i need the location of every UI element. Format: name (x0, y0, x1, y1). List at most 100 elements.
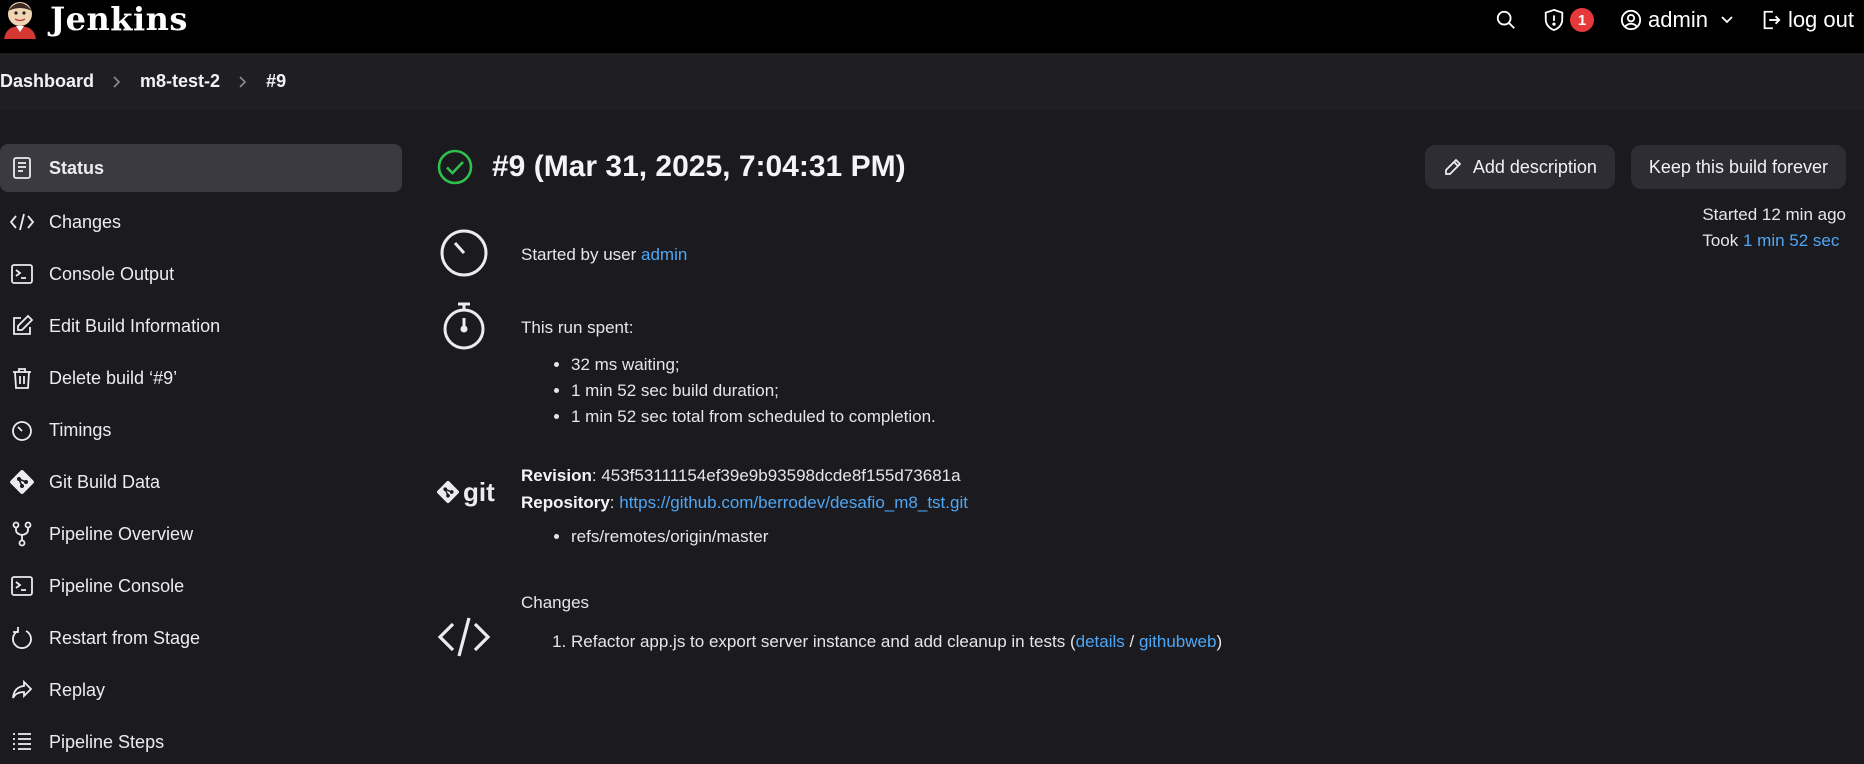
sidebar-item-label: Pipeline Overview (49, 523, 194, 544)
trash-icon (8, 364, 36, 392)
code-icon (8, 208, 36, 236)
build-header: #9 (Mar 31, 2025, 7:04:31 PM) Add descri… (436, 130, 1846, 204)
code-icon (437, 617, 491, 657)
page-title: #9 (Mar 31, 2025, 7:04:31 PM) (492, 150, 906, 183)
jenkins-butler-icon (0, 0, 40, 39)
terminal-icon (8, 260, 36, 288)
user-name: admin (1648, 7, 1708, 32)
chevron-right-icon (112, 75, 122, 89)
sidebar-item-label: Timings (49, 419, 112, 440)
sidebar-item-pipeline-steps[interactable]: Pipeline Steps (0, 716, 402, 764)
sidebar-item-replay[interactable]: Replay (0, 664, 402, 716)
shield-icon (1544, 8, 1564, 32)
sidebar-item-label: Changes (49, 211, 122, 232)
git-section: git Revision: 453f53111154ef39e9b93598dc… (436, 460, 1436, 590)
sidebar-item-label: Git Build Data (49, 471, 161, 492)
refs-list: refs/remotes/origin/master (521, 524, 968, 550)
sidebar-item-status[interactable]: Status (0, 144, 402, 192)
replay-icon (8, 676, 36, 704)
sidebar-item-git-build-data[interactable]: Git Build Data (0, 456, 402, 508)
started-by-user-link[interactable]: admin (641, 245, 687, 264)
git-logo-icon: git (436, 472, 502, 512)
repository-link[interactable]: https://github.com/berrodev/desafio_m8_t… (619, 493, 968, 512)
search-button[interactable] (1495, 9, 1517, 31)
sidebar-item-changes[interactable]: Changes (0, 196, 402, 248)
add-description-button[interactable]: Add description (1424, 145, 1615, 189)
sidebar-item-label: Pipeline Steps (49, 731, 165, 752)
user-icon (1620, 9, 1642, 31)
restart-icon (8, 624, 36, 652)
logout-button[interactable]: log out (1760, 7, 1854, 33)
sidebar-item-label: Edit Build Information (49, 315, 221, 336)
jenkins-logo[interactable]: Jenkins (0, 0, 188, 39)
revision-value: 453f53111154ef39e9b93598dcde8f155d73681a (601, 466, 961, 485)
notification-badge: 1 (1570, 8, 1595, 32)
edit-icon (8, 312, 36, 340)
repository-label: Repository (521, 493, 610, 512)
add-description-label: Add description (1472, 156, 1597, 177)
githubweb-link[interactable]: githubweb (1139, 632, 1217, 651)
took-prefix: Took (1702, 231, 1743, 250)
git-icon (8, 468, 36, 496)
sidebar: Status Changes Console Output Edit Build… (0, 144, 402, 764)
breadcrumb-job[interactable]: m8-test-2 (140, 71, 220, 92)
sidebar-item-label: Status (49, 157, 105, 178)
list-item: Refactor app.js to export server instanc… (571, 629, 1222, 655)
sidebar-item-label: Delete build ‘#9’ (49, 367, 178, 388)
sidebar-item-edit-build-information[interactable]: Edit Build Information (0, 300, 402, 352)
logout-label: log out (1787, 7, 1854, 32)
keep-build-forever-label: Keep this build forever (1648, 156, 1828, 177)
took-duration-link[interactable]: 1 min 52 sec (1743, 231, 1839, 250)
list-item: 32 ms waiting; (571, 352, 936, 378)
pencil-icon (1444, 158, 1462, 175)
started-by-section: Started by user admin (436, 225, 1336, 295)
breadcrumb: Dashboard m8-test-2 #9 (0, 53, 1864, 110)
sidebar-item-timings[interactable]: Timings (0, 404, 402, 456)
list-item: refs/remotes/origin/master (571, 524, 968, 550)
list-item: 1 min 52 sec total from scheduled to com… (571, 404, 936, 430)
sidebar-item-pipeline-overview[interactable]: Pipeline Overview (0, 508, 402, 560)
sidebar-item-delete-build[interactable]: Delete build ‘#9’ (0, 352, 402, 404)
run-spent-section: This run spent: 32 ms waiting; 1 min 52 … (436, 298, 1336, 448)
user-menu[interactable]: admin (1620, 7, 1734, 33)
breadcrumb-dashboard[interactable]: Dashboard (0, 71, 94, 92)
close-paren: ) (1216, 632, 1223, 651)
sidebar-item-restart-from-stage[interactable]: Restart from Stage (0, 612, 402, 664)
run-spent-list: 32 ms waiting; 1 min 52 sec build durati… (521, 352, 936, 430)
sidebar-item-label: Restart from Stage (49, 627, 201, 648)
breadcrumb-build[interactable]: #9 (266, 71, 286, 92)
list-icon (8, 728, 36, 756)
changes-list: Refactor app.js to export server instanc… (521, 629, 1222, 655)
revision-label: Revision (521, 466, 592, 485)
success-check-icon (437, 149, 473, 185)
timer-icon (440, 229, 488, 277)
git-logo-text: git (463, 476, 495, 507)
stopwatch-icon (443, 302, 485, 350)
sidebar-item-label: Pipeline Console (49, 575, 185, 596)
top-bar: Jenkins 1 admin log out (0, 0, 1864, 53)
link-separator: / (1124, 632, 1139, 651)
security-alerts-button[interactable]: 1 (1543, 8, 1595, 32)
run-spent-label: This run spent: (521, 318, 634, 337)
app-name: Jenkins (50, 0, 188, 38)
keep-build-forever-button[interactable]: Keep this build forever (1630, 145, 1846, 189)
change-message: Refactor app.js to export server instanc… (571, 632, 1076, 651)
sidebar-item-pipeline-console[interactable]: Pipeline Console (0, 560, 402, 612)
list-item: 1 min 52 sec build duration; (571, 378, 936, 404)
started-by-prefix: Started by user (521, 245, 642, 264)
changes-section: Changes Refactor app.js to export server… (436, 585, 1536, 695)
terminal-icon (8, 572, 36, 600)
details-link[interactable]: details (1076, 632, 1125, 651)
document-icon (8, 154, 36, 182)
search-icon (1496, 10, 1515, 29)
sidebar-item-label: Replay (49, 679, 106, 700)
chevron-right-icon (238, 75, 248, 89)
branch-icon (8, 520, 36, 548)
started-ago: Started 12 min ago (1702, 205, 1846, 224)
build-meta: Started 12 min ago Took 1 min 52 sec (1702, 202, 1846, 254)
stopwatch-icon (8, 416, 36, 444)
logout-icon (1763, 10, 1781, 30)
main-content: #9 (Mar 31, 2025, 7:04:31 PM) Add descri… (436, 130, 1846, 657)
sidebar-item-console-output[interactable]: Console Output (0, 248, 402, 300)
chevron-down-icon (1721, 16, 1733, 24)
